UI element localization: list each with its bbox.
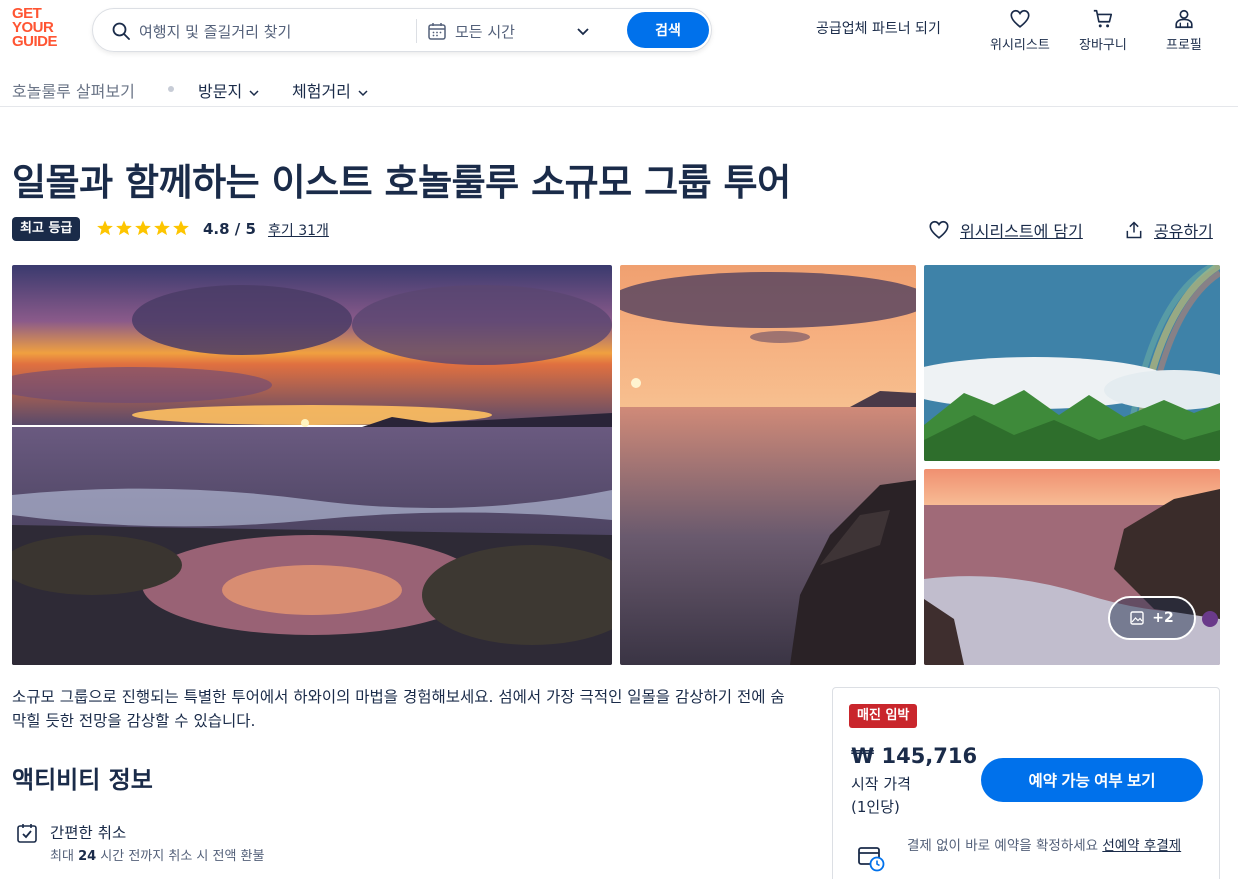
sunset-sea-image	[620, 265, 916, 665]
add-to-wishlist-button[interactable]: 위시리스트에 담기	[928, 218, 1083, 242]
search-input[interactable]: 여행지 및 즐길거리 찾기	[139, 21, 291, 42]
heart-icon	[929, 220, 949, 239]
price-per-person-label: (1인당)	[851, 798, 900, 816]
mountain-rainbow-image	[924, 265, 1220, 461]
free-cancellation-title: 간편한 취소	[50, 824, 127, 842]
reserve-now-pay-later-icon	[858, 847, 885, 872]
star-icon	[97, 220, 113, 236]
logo-line-3: GUIDE	[12, 33, 58, 50]
cancel-prefix: 최대	[50, 849, 79, 864]
price-from-label: 시작 가격	[851, 775, 911, 793]
getyourguide-logo[interactable]: GET YOUR GUIDE	[12, 6, 72, 53]
booking-card: 매진 임박 ₩ 145,716 시작 가격 (1인당) 예약 가능 여부 보기 …	[832, 687, 1220, 879]
gallery-photo-2[interactable]	[620, 265, 916, 665]
search-icon	[112, 22, 130, 40]
star-icon	[135, 220, 151, 236]
star-icon	[173, 220, 189, 236]
pay-later-text: 결제 없이 바로 예약을 확정하세요 선예약 후결제	[907, 835, 1207, 857]
header-wishlist[interactable]: 위시리스트	[990, 8, 1050, 53]
cancel-suffix: 시간 전까지 취소 시 전액 환불	[96, 849, 265, 864]
likely-to-sell-out-badge: 매진 임박	[849, 704, 918, 728]
date-picker[interactable]: 모든 시간	[455, 21, 515, 42]
chevron-down-icon	[249, 89, 259, 96]
nav-places-label: 방문지	[198, 82, 243, 101]
star-rating	[96, 219, 190, 237]
check-availability-button[interactable]: 예약 가능 여부 보기	[981, 758, 1203, 802]
cart-icon	[1093, 9, 1112, 28]
search-bar: 여행지 및 즐길거리 찾기 모든 시간 검색	[92, 8, 712, 52]
calendar-check-icon	[17, 824, 37, 843]
chevron-down-icon	[358, 89, 368, 96]
header-profile[interactable]: 프로필	[1166, 8, 1202, 53]
top-rated-badge: 최고 등급	[12, 217, 81, 241]
about-activity-heading: 액티비티 정보	[12, 766, 153, 794]
free-cancellation-detail: 최대 24 시간 전까지 취소 시 전액 환불	[50, 845, 264, 864]
search-divider	[416, 19, 417, 43]
cancel-hours: 24	[78, 849, 97, 864]
more-photos-count: +2	[1152, 610, 1174, 626]
chevron-down-icon[interactable]	[575, 23, 591, 39]
profile-label: 프로필	[1166, 38, 1202, 53]
more-photos-button[interactable]: +2	[1108, 596, 1196, 640]
pay-later-desc: 결제 없이 바로 예약을 확정하세요	[907, 838, 1103, 854]
partner-link[interactable]: 공급업체 파트너 되기	[816, 18, 941, 38]
calendar-icon	[428, 23, 446, 40]
pay-later-link[interactable]: 선예약 후결제	[1102, 838, 1181, 854]
page-title: 일몰과 함께하는 이스트 호놀룰루 소규모 그룹 투어	[12, 161, 791, 204]
activity-description: 소규모 그룹으로 진행되는 특별한 투어에서 하와이의 마법을 경험해보세요. …	[12, 688, 785, 730]
site-header: GET YOUR GUIDE 여행지 및 즐길거리 찾기 모든 시간 검색 공급…	[0, 0, 1238, 62]
profile-icon	[1175, 9, 1193, 29]
share-label: 공유하기	[1154, 222, 1213, 241]
gallery-photo-main[interactable]	[12, 265, 612, 665]
star-icon	[154, 220, 170, 236]
star-icon	[116, 220, 132, 236]
nav-things-to-do[interactable]: 체험거리	[292, 78, 369, 102]
share-icon	[1126, 221, 1142, 239]
nav-separator-dot	[168, 86, 174, 92]
sub-navigation: 호놀룰루 살펴보기 방문지 체험거리	[0, 70, 1238, 107]
price-value: ₩ 145,716	[851, 744, 978, 768]
image-icon	[1130, 611, 1144, 625]
share-button[interactable]: 공유하기	[1124, 218, 1213, 242]
nav-places[interactable]: 방문지	[198, 78, 260, 102]
search-button[interactable]: 검색	[627, 12, 709, 48]
rating-value: 4.8 / 5	[203, 220, 256, 238]
wishlist-label: 위시리스트	[990, 38, 1050, 53]
heart-icon	[1010, 9, 1030, 28]
add-to-wishlist-label: 위시리스트에 담기	[960, 222, 1083, 241]
nav-explore-honolulu[interactable]: 호놀룰루 살펴보기	[12, 78, 135, 102]
cart-label: 장바구니	[1079, 38, 1127, 53]
sunset-coast-image	[12, 265, 612, 665]
gallery-photo-3[interactable]	[924, 265, 1220, 461]
reviews-link[interactable]: 후기 31개	[268, 220, 329, 240]
header-cart[interactable]: 장바구니	[1079, 8, 1127, 53]
nav-things-label: 체험거리	[292, 82, 351, 101]
